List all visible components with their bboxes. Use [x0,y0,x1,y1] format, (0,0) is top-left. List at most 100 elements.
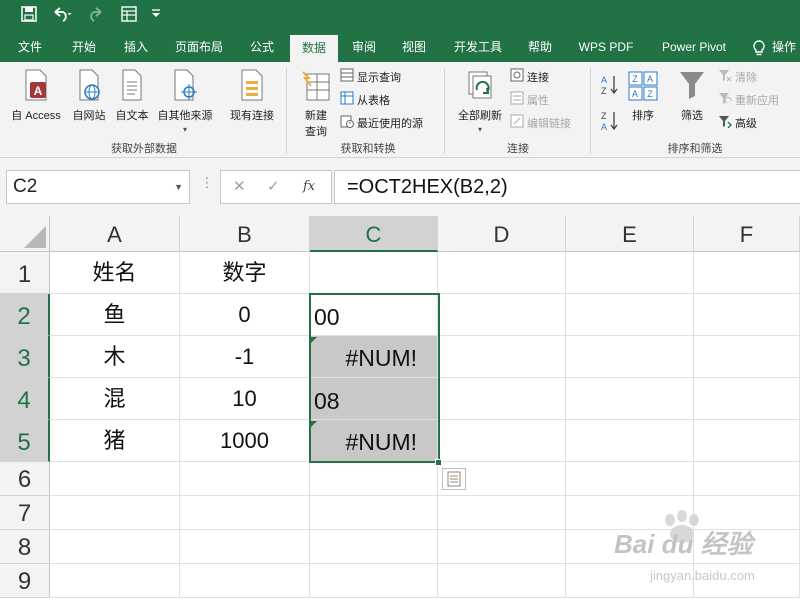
name-box[interactable]: C2 ▼ [6,170,190,204]
row-header-7[interactable]: 7 [0,496,50,530]
insert-function-icon[interactable]: fx [303,171,315,203]
tab-formulas[interactable]: 公式 [240,32,284,62]
tab-power-pivot[interactable]: Power Pivot [652,32,736,62]
cell-d7[interactable] [438,496,566,530]
column-header-a[interactable]: A [50,216,180,252]
formula-input[interactable]: =OCT2HEX(B2,2) [334,170,800,204]
from-table-button[interactable]: 从表格 [340,91,390,109]
cell-c7[interactable] [310,496,438,530]
cell-e2[interactable] [566,294,694,336]
cell-d1[interactable] [438,252,566,294]
row-header-5[interactable]: 5 [0,420,50,462]
save-icon[interactable] [18,6,40,26]
tab-review[interactable]: 审阅 [344,32,384,62]
cell-f4[interactable] [694,378,800,420]
cell-a3[interactable]: 木 [50,336,180,378]
cell-f1[interactable] [694,252,800,294]
fill-handle[interactable] [435,459,442,466]
filter-button[interactable]: 筛选 [672,68,712,123]
row-header-3[interactable]: 3 [0,336,50,378]
tab-view[interactable]: 视图 [394,32,434,62]
cell-e4[interactable] [566,378,694,420]
column-header-d[interactable]: D [438,216,566,252]
formula-bar-grip[interactable]: ⋮ [200,174,214,191]
properties-button[interactable]: 属性 [510,91,549,109]
row-header-9[interactable]: 9 [0,564,50,598]
cell-b3[interactable]: -1 [180,336,310,378]
column-header-c[interactable]: C [310,216,438,252]
from-text-button[interactable]: 自文本 [111,68,153,123]
cell-a4[interactable]: 混 [50,378,180,420]
column-header-e[interactable]: E [566,216,694,252]
form-icon[interactable] [118,6,140,26]
select-all-button[interactable] [0,216,50,252]
cell-f3[interactable] [694,336,800,378]
tab-developer[interactable]: 开发工具 [444,32,512,62]
row-header-2[interactable]: 2 [0,294,50,336]
tab-home[interactable]: 开始 [62,32,106,62]
cell-d2[interactable] [438,294,566,336]
redo-icon[interactable] [86,6,112,26]
cell-e6[interactable] [566,462,694,496]
cell-a8[interactable] [50,530,180,564]
cell-b2[interactable]: 0 [180,294,310,336]
tab-file[interactable]: 文件 [8,32,52,62]
cell-e3[interactable] [566,336,694,378]
tab-wps-pdf[interactable]: WPS PDF [572,32,640,62]
existing-connections-button[interactable]: 现有连接 [224,68,280,123]
show-queries-button[interactable]: 显示查询 [340,68,401,86]
cell-e1[interactable] [566,252,694,294]
edit-links-button[interactable]: 编辑链接 [510,114,571,132]
quick-analysis-icon[interactable] [442,468,466,490]
undo-icon[interactable] [50,6,78,26]
cell-c5[interactable]: #NUM! [310,420,438,462]
from-web-button[interactable]: 自网站 [68,68,110,123]
cell-c6[interactable] [310,462,438,496]
chevron-down-icon[interactable]: ▼ [174,171,183,203]
column-header-b[interactable]: B [180,216,310,252]
cell-a2[interactable]: 鱼 [50,294,180,336]
row-header-1[interactable]: 1 [0,252,50,294]
row-header-6[interactable]: 6 [0,462,50,496]
reapply-button[interactable]: 重新应用 [718,91,779,109]
customize-icon[interactable] [148,6,164,26]
cell-b9[interactable] [180,564,310,598]
cell-c1[interactable] [310,252,438,294]
cell-c9[interactable] [310,564,438,598]
cell-a7[interactable] [50,496,180,530]
cell-a9[interactable] [50,564,180,598]
cell-d8[interactable] [438,530,566,564]
cell-d4[interactable] [438,378,566,420]
cell-b5[interactable]: 1000 [180,420,310,462]
cell-f6[interactable] [694,462,800,496]
sort-za-icon[interactable]: ZA [598,110,620,135]
tab-insert[interactable]: 插入 [114,32,158,62]
tab-page-layout[interactable]: 页面布局 [166,32,232,62]
sort-button[interactable]: ZAAZ 排序 [624,68,662,123]
tab-tell-me[interactable]: 操作 [772,32,800,62]
cell-a1[interactable]: 姓名 [50,252,180,294]
tab-help[interactable]: 帮助 [520,32,560,62]
sort-az-icon[interactable]: AZ [598,74,620,99]
cell-d5[interactable] [438,420,566,462]
cell-a6[interactable] [50,462,180,496]
tab-data[interactable]: 数据 [290,35,338,62]
cell-b4[interactable]: 10 [180,378,310,420]
from-other-sources-button[interactable]: 自其他来源 ▾ [154,68,216,134]
cell-b6[interactable] [180,462,310,496]
cell-d9[interactable] [438,564,566,598]
cell-c8[interactable] [310,530,438,564]
enter-icon[interactable]: ✓ [267,171,280,203]
recent-sources-button[interactable]: 最近使用的源 [340,114,423,132]
refresh-all-button[interactable]: 全部刷新 ▾ [452,68,508,134]
cell-e5[interactable] [566,420,694,462]
tell-me-icon[interactable] [748,32,770,62]
cell-f5[interactable] [694,420,800,462]
cell-c3[interactable]: #NUM! [310,336,438,378]
clear-button[interactable]: 清除 [718,68,757,86]
connections-button[interactable]: 连接 [510,68,549,86]
cell-a5[interactable]: 猪 [50,420,180,462]
column-header-f[interactable]: F [694,216,800,252]
row-header-4[interactable]: 4 [0,378,50,420]
cell-b1[interactable]: 数字 [180,252,310,294]
